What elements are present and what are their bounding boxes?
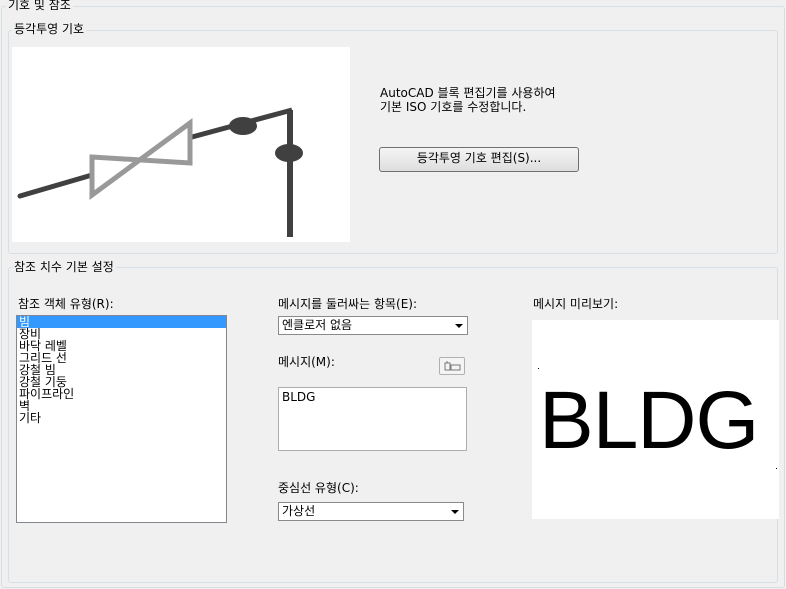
- object-type-label: 참조 객체 유형(R):: [18, 297, 114, 311]
- iso-description-line2: 기본 ISO 기호를 수정합니다.: [380, 100, 527, 114]
- edit-iso-symbol-button[interactable]: 등각투영 기호 편집(S)...: [379, 147, 579, 172]
- iso-symbol-preview: [12, 47, 350, 242]
- enclosure-label: 메시지를 둘러싸는 항목(E):: [278, 297, 418, 311]
- message-value: BLDG: [282, 390, 316, 404]
- list-item[interactable]: 빔: [17, 316, 226, 328]
- preview-text: BLDG: [539, 375, 759, 466]
- centerline-label: 중심선 유형(C):: [278, 481, 359, 495]
- object-type-list[interactable]: 빔 장비 바닥 레벨 그리드 선 강철 빔 강철 기둥 파이프라인 벽 기타: [16, 315, 227, 523]
- iso-description-line1: AutoCAD 블록 편집기를 사용하여: [380, 86, 556, 100]
- centerline-value: 가상선: [282, 504, 316, 518]
- preview-label: 메시지 미리보기:: [533, 297, 619, 311]
- message-input[interactable]: BLDG: [278, 387, 467, 451]
- enclosure-value: 엔클로저 없음: [282, 318, 353, 332]
- preview-dot: [776, 468, 777, 469]
- enclosure-select[interactable]: 엔클로저 없음: [278, 316, 468, 335]
- list-item[interactable]: 기타: [17, 412, 226, 424]
- ref-dim-group-title: 참조 치수 기본 설정: [12, 260, 116, 274]
- message-label: 메시지(M):: [278, 355, 335, 369]
- centerline-select[interactable]: 가상선: [278, 502, 464, 521]
- chevron-down-icon: [451, 510, 459, 514]
- window-title: 기호 및 참조: [6, 0, 73, 12]
- insert-field-button[interactable]: [439, 357, 465, 375]
- iso-symbol-group-title: 등각투영 기호: [12, 22, 87, 36]
- preview-dot: [538, 368, 539, 369]
- chevron-down-icon: [455, 324, 463, 328]
- message-preview: BLDG: [532, 320, 779, 519]
- list-item[interactable]: 파이프라인: [17, 388, 226, 400]
- valve-pipe-icon: [17, 107, 303, 237]
- list-item[interactable]: 벽: [17, 400, 226, 412]
- insert-field-icon: [444, 361, 461, 371]
